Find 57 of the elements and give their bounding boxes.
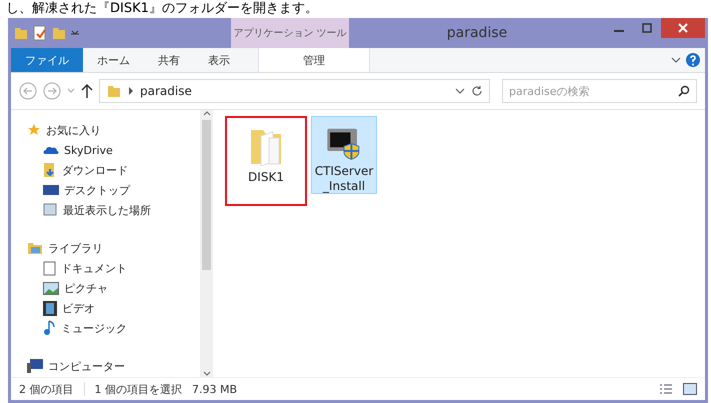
minimize-icon xyxy=(614,30,624,32)
computer-icon xyxy=(27,359,43,373)
nav-item[interactable]: SkyDrive xyxy=(17,140,200,160)
ribbon-tab[interactable]: ホーム xyxy=(83,48,144,72)
refresh-icon[interactable] xyxy=(471,85,483,97)
address-path: paradise xyxy=(140,84,192,98)
dropdown-icon[interactable] xyxy=(71,29,79,37)
nav-item[interactable]: ダウンロード xyxy=(17,160,200,180)
nav-item[interactable]: ドキュメント xyxy=(17,258,200,278)
folder-icon xyxy=(13,25,29,41)
scroll-up-icon[interactable] xyxy=(202,110,210,116)
ribbon-tab[interactable]: 表示 xyxy=(194,48,244,72)
ribbon-tab[interactable]: 共有 xyxy=(144,48,194,72)
cloud-icon xyxy=(43,144,59,156)
ribbon-tab[interactable]: 管理 xyxy=(258,48,370,72)
selection-count: 1 個の項目を選択 xyxy=(94,382,182,396)
desktop-icon xyxy=(43,184,59,196)
nav-item[interactable]: ピクチャ xyxy=(17,278,200,298)
folder-icon xyxy=(51,25,67,41)
search-field[interactable]: paradiseの検索 xyxy=(502,79,697,103)
document-icon xyxy=(43,260,56,276)
file-item[interactable]: CTIServer _Install xyxy=(311,116,377,194)
nav-item[interactable]: お気に入り xyxy=(17,120,200,140)
nav-item[interactable]: コンピューター xyxy=(17,356,200,376)
picture-icon xyxy=(43,282,59,294)
nav-item[interactable]: ビデオ xyxy=(17,298,200,318)
scroll-down-icon[interactable] xyxy=(202,371,210,377)
folder-icon xyxy=(106,83,122,99)
caption-text: し、解凍された『DISK1』のフォルダーを開きます。 xyxy=(5,0,319,18)
properties-icon[interactable] xyxy=(33,25,47,41)
nav-item[interactable]: デスクトップ xyxy=(17,180,200,200)
item-count: 2 個の項目 xyxy=(19,382,74,396)
music-note-icon xyxy=(43,320,56,336)
context-tab-header: アプリケーション ツール xyxy=(231,18,349,48)
file-item[interactable]: DISK1 xyxy=(225,116,307,206)
nav-item[interactable]: 最近表示した場所 xyxy=(17,200,200,220)
ribbon-tab[interactable]: ファイル xyxy=(11,48,83,72)
nav-item[interactable]: ミュージック xyxy=(17,318,200,338)
chevron-right-icon xyxy=(128,87,134,95)
maximize-icon xyxy=(642,23,652,33)
address-bar[interactable]: paradise xyxy=(99,79,490,103)
details-view-icon[interactable] xyxy=(659,383,673,395)
film-icon xyxy=(43,300,57,316)
recent-places-icon xyxy=(43,203,58,217)
library-folder-icon xyxy=(27,241,43,255)
scrollbar[interactable] xyxy=(200,110,213,377)
search-icon xyxy=(678,85,690,97)
close-icon xyxy=(678,23,688,33)
window-title: paradise xyxy=(446,25,508,41)
nav-item[interactable]: ライブラリ xyxy=(17,238,200,258)
download-folder-icon xyxy=(43,162,57,178)
up-arrow-icon[interactable] xyxy=(81,83,93,99)
chevron-down-icon[interactable] xyxy=(455,87,465,95)
selection-size: 7.93 MB xyxy=(192,382,238,396)
large-icons-view-icon[interactable] xyxy=(683,383,697,395)
star-icon xyxy=(27,123,41,137)
close-button[interactable] xyxy=(661,18,705,38)
